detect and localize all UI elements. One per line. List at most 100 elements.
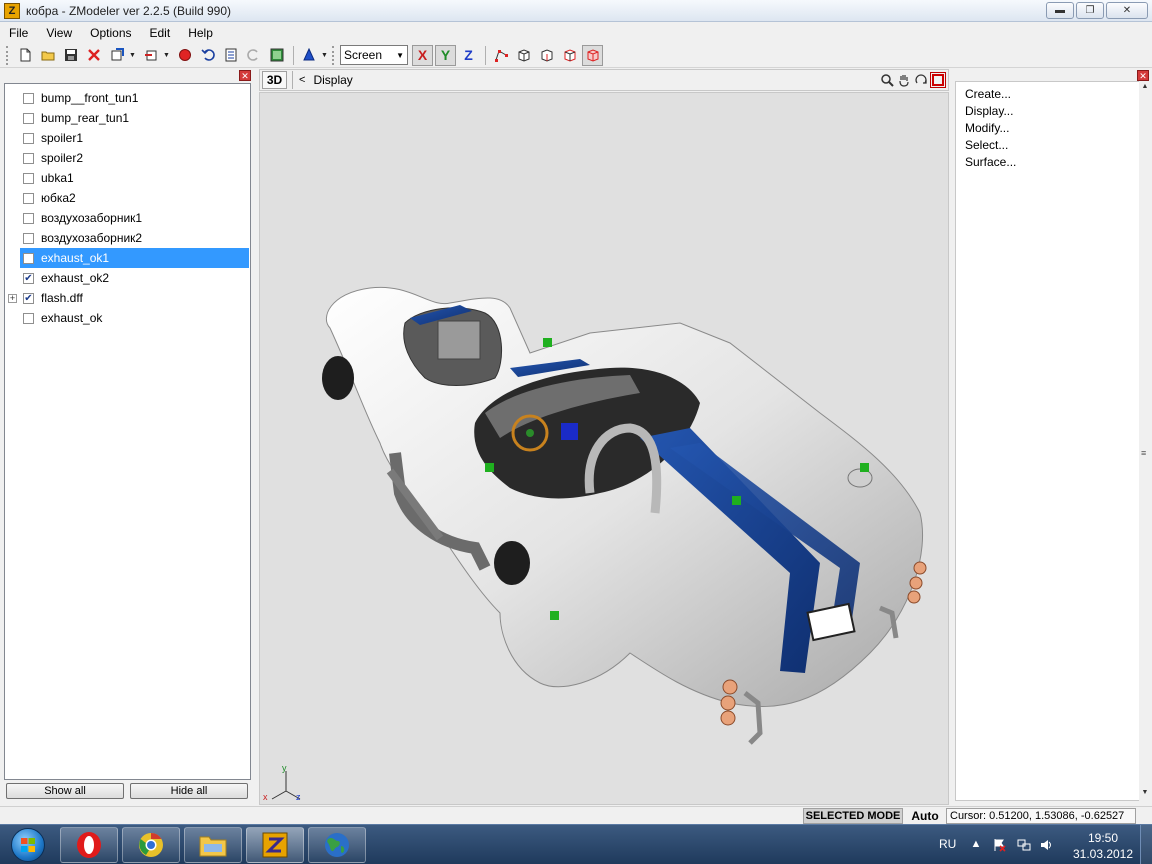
select-all-button[interactable] [582,44,603,66]
tree-item-body[interactable]: spoiler2 [20,148,249,168]
taskbar-app-explorer[interactable] [184,827,242,863]
tree-item-body[interactable]: ✔ flash.dff [20,288,249,308]
taskbar-app-opera[interactable] [60,827,118,863]
scroll-down-icon[interactable]: ▼ [1140,789,1150,799]
tree-item[interactable]: exhaust_ok1 [5,248,250,268]
taskbar-app-globe[interactable] [308,827,366,863]
tree-item-body[interactable]: exhaust_ok1 [20,248,249,268]
viewport-mode-button[interactable]: 3D [262,71,287,89]
tree-item[interactable]: юбка2 [5,188,250,208]
visibility-checkbox[interactable] [23,252,34,264]
scroll-up-icon[interactable]: ▲ [1140,83,1150,93]
tree-item-body[interactable]: bump__front_tun1 [20,88,249,108]
menu-view[interactable]: View [37,26,81,40]
export-button[interactable] [140,45,161,66]
zoom-button[interactable] [879,72,895,88]
axis-z-button[interactable]: Z [458,45,479,66]
action-center-flag-icon[interactable] [993,838,1007,852]
redo-button[interactable] [243,45,264,66]
visibility-checkbox[interactable] [23,152,34,164]
show-hidden-icons-icon[interactable]: ▲ [969,838,983,852]
import-button[interactable] [106,45,127,66]
menu-file[interactable]: File [0,26,37,40]
command-create[interactable]: Create... [965,87,1011,101]
command-modify[interactable]: Modify... [965,121,1009,135]
visibility-checkbox[interactable] [23,112,34,124]
command-select[interactable]: Select... [965,138,1008,152]
app-icon[interactable]: Z [4,2,20,19]
command-surface[interactable]: Surface... [965,155,1016,169]
select-objects-button[interactable] [536,45,557,66]
taskbar-app-zmodeler[interactable] [246,827,304,863]
toolbar-grip[interactable] [332,45,336,65]
visibility-checkbox[interactable] [23,92,34,104]
visibility-checkbox[interactable]: ✔ [23,292,34,304]
maximize-button[interactable]: ❐ [1076,2,1104,19]
tree-item-body[interactable]: bump_rear_tun1 [20,108,249,128]
toolbar-grip[interactable] [6,45,10,65]
delete-button[interactable] [83,45,104,66]
tree-item[interactable]: воздухозаборник1 [5,208,250,228]
visibility-checkbox[interactable]: ✔ [23,272,34,284]
tree-item-body[interactable]: ubka1 [20,168,249,188]
object-tree[interactable]: bump__front_tun1 bump_rear_tun1 spoiler1 sp… [4,83,251,780]
save-button[interactable] [60,45,81,66]
expand-icon[interactable]: + [8,293,17,303]
tree-item[interactable]: + ✔ flash.dff [5,288,250,308]
open-button[interactable] [37,45,58,66]
visibility-checkbox[interactable] [23,232,34,244]
record-button[interactable] [174,45,195,66]
export-dropdown-icon[interactable]: ▼ [163,52,171,59]
properties-button[interactable] [220,45,241,66]
menu-options[interactable]: Options [81,26,140,40]
axis-x-button[interactable]: X [412,44,433,66]
select-vertices-button[interactable] [490,45,511,66]
clock-date[interactable]: 31.03.2012 [1067,847,1139,861]
tree-item-body[interactable]: юбка2 [20,188,249,208]
close-button[interactable]: ✕ [1106,2,1148,19]
select-group-button[interactable] [559,45,580,66]
undo-button[interactable] [197,45,218,66]
visibility-checkbox[interactable] [23,212,34,224]
tree-item[interactable]: bump__front_tun1 [5,88,250,108]
new-file-button[interactable] [14,45,35,66]
menu-help[interactable]: Help [179,26,222,40]
command-scrollbar[interactable]: ▲ ≡ ▼ [1139,81,1151,801]
tree-item[interactable]: spoiler2 [5,148,250,168]
snapshot-button[interactable] [266,45,287,66]
3d-viewport[interactable]: y x z [259,92,949,805]
hide-all-button[interactable]: Hide all [130,783,248,799]
tree-item-body[interactable]: spoiler1 [20,128,249,148]
network-icon[interactable] [1017,838,1031,852]
tree-item[interactable]: воздухозаборник2 [5,228,250,248]
start-button[interactable] [2,826,54,864]
select-faces-button[interactable] [513,45,534,66]
rotate-button[interactable] [913,72,929,88]
visibility-checkbox[interactable] [23,312,34,324]
minimize-button[interactable]: ▬ [1046,2,1074,19]
import-dropdown-icon[interactable]: ▼ [129,52,137,59]
visibility-checkbox[interactable] [23,192,34,204]
tree-item[interactable]: ubka1 [5,168,250,188]
visibility-checkbox[interactable] [23,172,34,184]
scroll-grip-icon[interactable]: ≡ [1141,449,1149,458]
auto-indicator[interactable]: Auto [906,808,944,824]
command-display[interactable]: Display... [965,104,1013,118]
render-mode-dropdown-icon[interactable]: ▼ [321,52,329,59]
tree-item-body[interactable]: ✔ exhaust_ok2 [20,268,249,288]
back-icon[interactable]: < [299,74,305,86]
clock-time[interactable]: 19:50 [1067,831,1139,845]
tree-item-body[interactable]: exhaust_ok [20,308,249,328]
show-desktop-button[interactable] [1140,825,1152,864]
maximize-viewport-button[interactable] [930,72,946,88]
render-mode-button[interactable] [298,45,319,66]
taskbar-app-chrome[interactable] [122,827,180,863]
close-icon[interactable]: ✕ [1137,70,1149,81]
tree-item-body[interactable]: воздухозаборник1 [20,208,249,228]
tree-item[interactable]: bump_rear_tun1 [5,108,250,128]
visibility-checkbox[interactable] [23,132,34,144]
axis-y-button[interactable]: Y [435,44,456,66]
language-indicator[interactable]: RU [939,837,956,851]
show-all-button[interactable]: Show all [6,783,124,799]
pan-button[interactable] [896,72,912,88]
